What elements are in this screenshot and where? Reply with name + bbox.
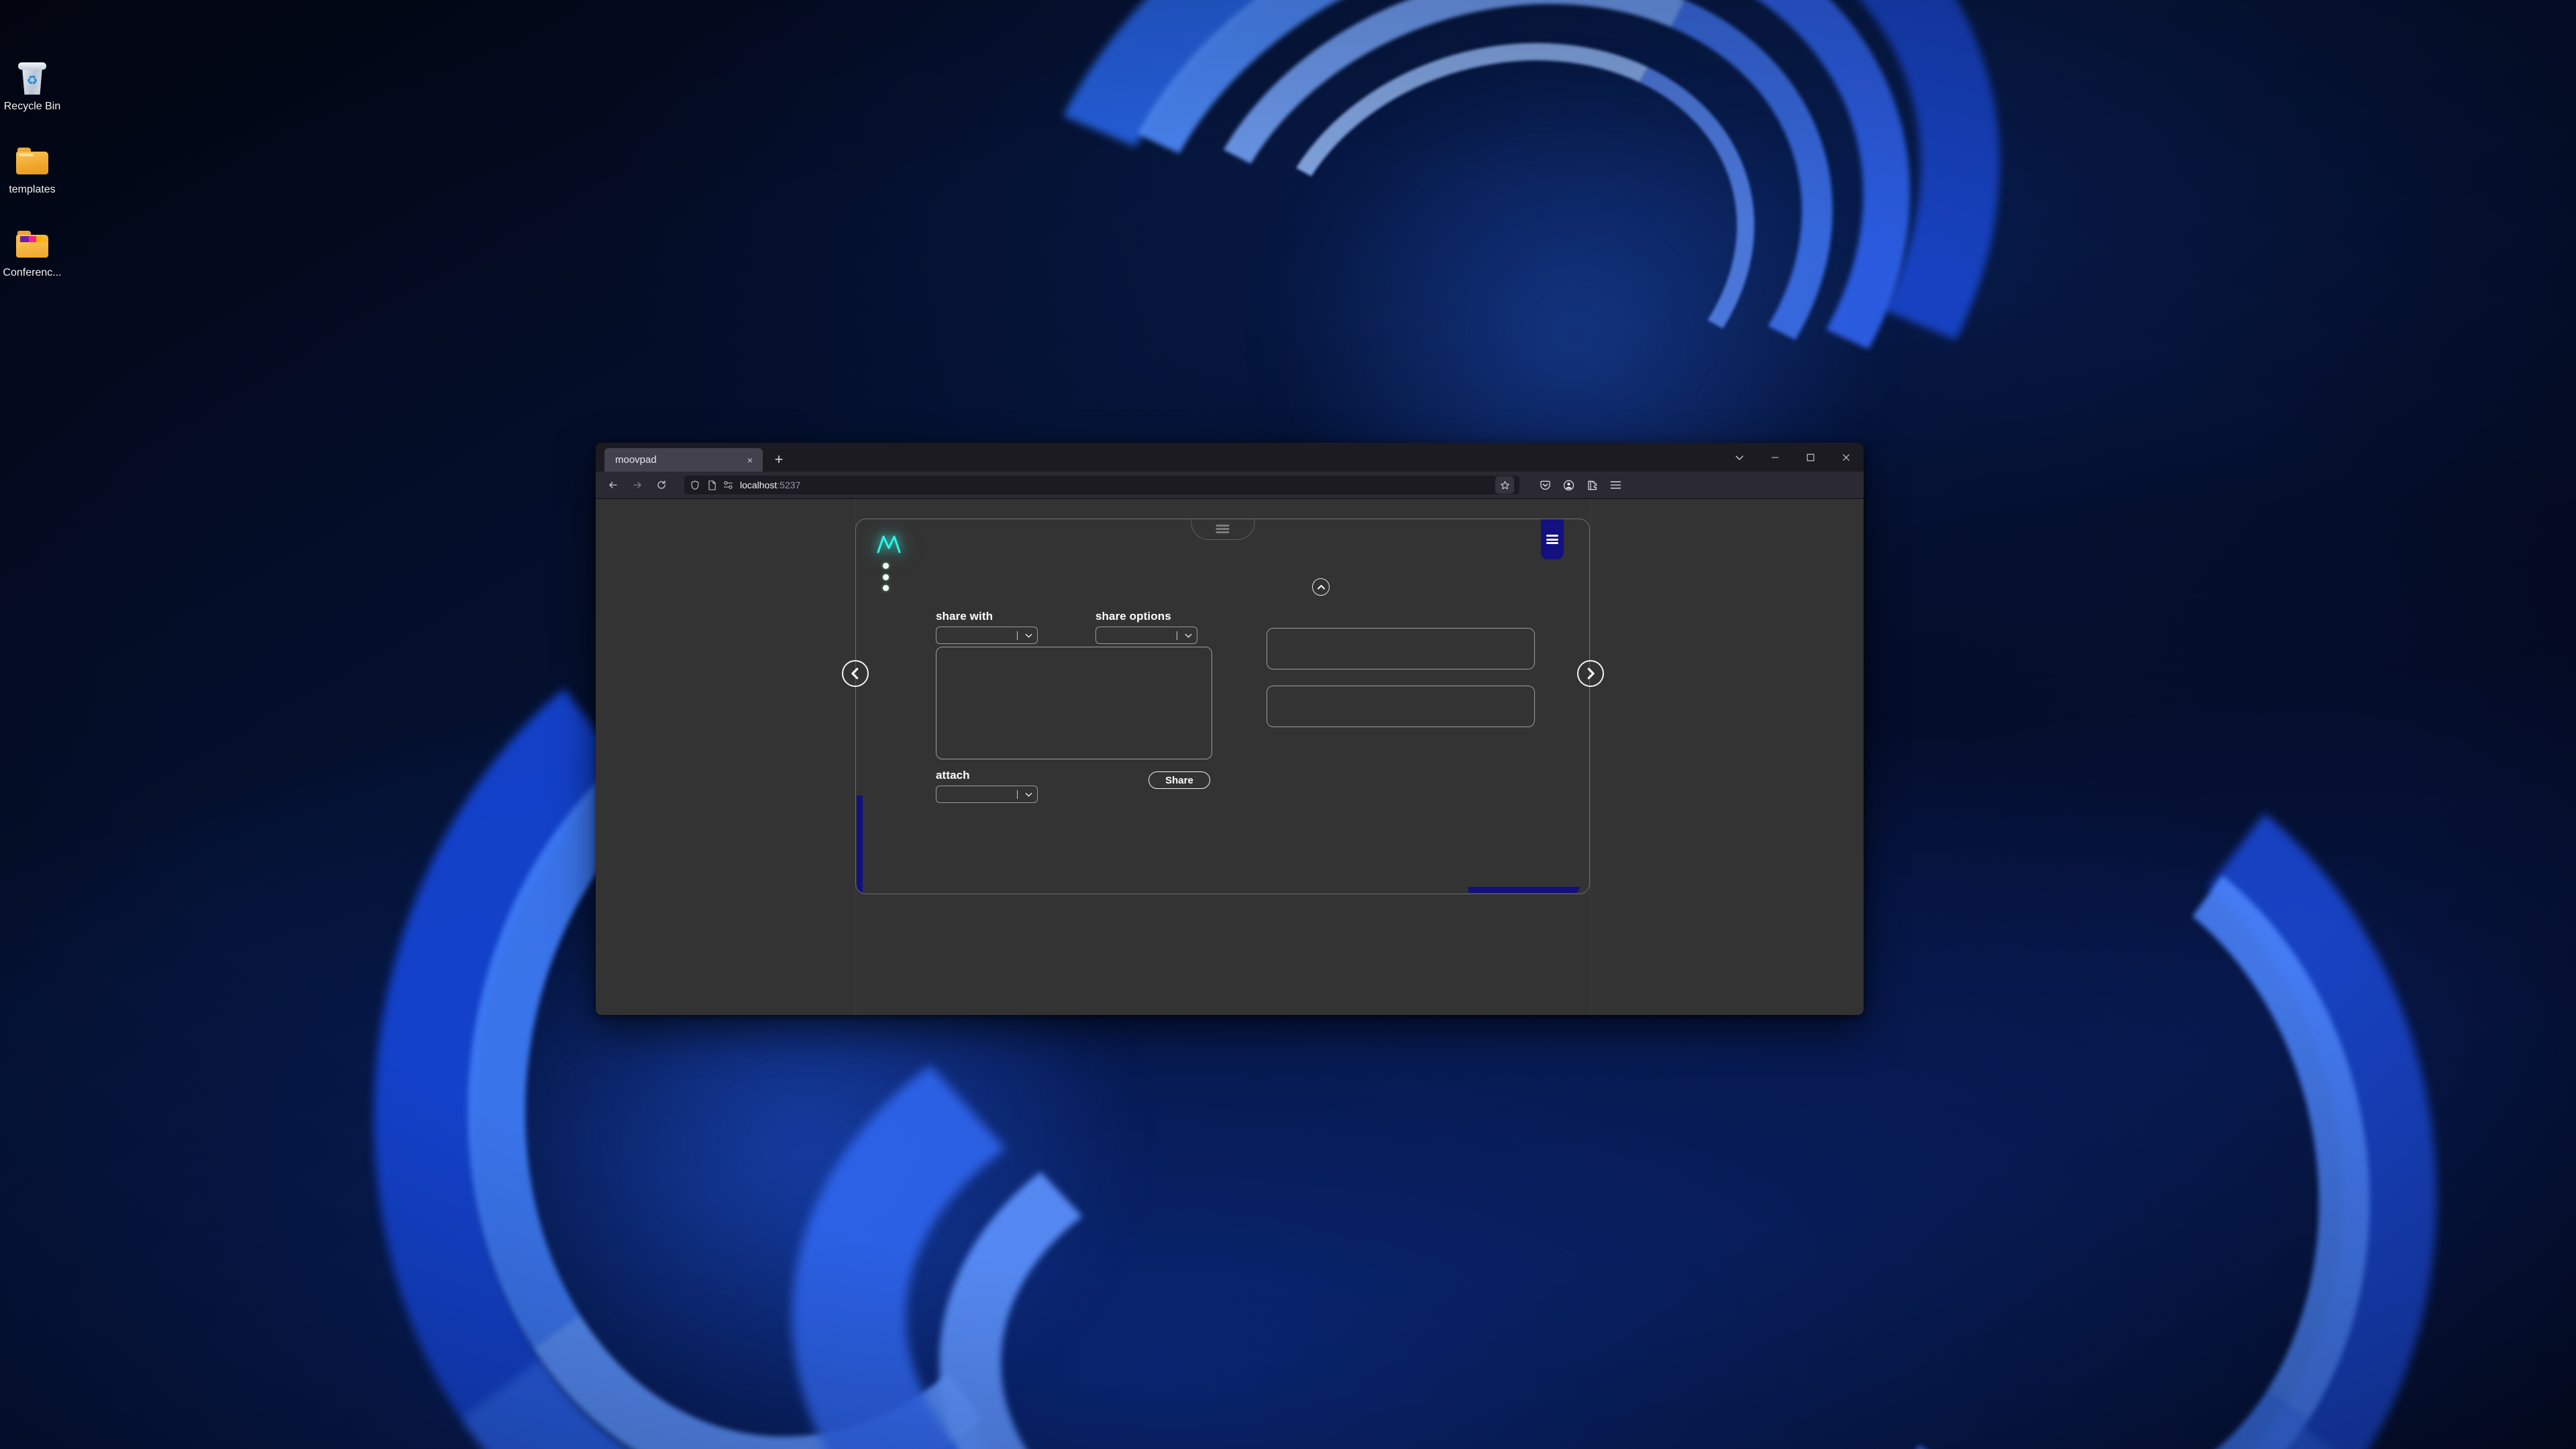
page-viewport: share with share options attach Share bbox=[596, 499, 1864, 1015]
close-icon[interactable]: × bbox=[743, 453, 757, 468]
chevron-down-icon[interactable] bbox=[1721, 443, 1757, 472]
back-arrow-icon[interactable] bbox=[602, 475, 624, 495]
recipient-input[interactable] bbox=[1267, 628, 1535, 669]
folder-icon bbox=[0, 142, 64, 180]
share-button[interactable]: Share bbox=[1148, 771, 1210, 789]
desktop-icon-conference[interactable]: Conferenc... bbox=[0, 225, 64, 279]
text-caret bbox=[1017, 790, 1018, 799]
browser-tab-strip: moovpad × + bbox=[596, 443, 1864, 472]
window-controls bbox=[1721, 443, 1864, 472]
share-options-select[interactable] bbox=[1095, 627, 1197, 644]
minimize-icon[interactable] bbox=[1757, 443, 1792, 472]
accent-bar-bottom bbox=[1468, 887, 1580, 893]
page-icon[interactable] bbox=[706, 480, 717, 490]
chevron-down-icon bbox=[1024, 790, 1033, 799]
star-icon[interactable] bbox=[1495, 476, 1514, 494]
permissions-icon[interactable] bbox=[723, 480, 734, 490]
chevron-down-icon bbox=[1024, 631, 1033, 640]
url-port: :5237 bbox=[777, 480, 801, 490]
url-host: localhost bbox=[740, 480, 777, 490]
url-text: localhost:5237 bbox=[740, 480, 800, 490]
desktop-icon-recycle-bin[interactable]: ♻ Recycle Bin bbox=[0, 59, 64, 113]
share-with-select[interactable] bbox=[936, 627, 1038, 644]
chevron-left-icon[interactable] bbox=[842, 660, 869, 687]
pocket-icon[interactable] bbox=[1534, 475, 1556, 495]
attach-label: attach bbox=[936, 769, 970, 782]
desktop-icon-list: ♻ Recycle Bin templates Conferenc... bbox=[0, 59, 64, 309]
new-tab-button[interactable]: + bbox=[767, 448, 790, 471]
accent-bar-left bbox=[857, 796, 863, 894]
share-form: share with share options attach Share bbox=[856, 519, 1589, 894]
browser-nav-bar: localhost:5237 bbox=[596, 472, 1864, 499]
browser-window: moovpad × + localhost:5237 share with sh… bbox=[596, 443, 1864, 1015]
address-bar-actions bbox=[1495, 476, 1514, 494]
share-options-field: share options bbox=[1095, 610, 1197, 644]
message-textarea[interactable] bbox=[936, 647, 1212, 759]
desktop-icon-templates[interactable]: templates bbox=[0, 142, 64, 196]
account-icon[interactable] bbox=[1558, 475, 1579, 495]
attach-field: attach bbox=[936, 769, 1038, 803]
text-caret bbox=[1017, 631, 1018, 640]
forward-arrow-icon[interactable] bbox=[627, 475, 648, 495]
share-with-field: share with bbox=[936, 610, 1038, 644]
shield-icon[interactable] bbox=[690, 480, 700, 490]
extensions-icon[interactable] bbox=[1581, 475, 1603, 495]
browser-toolbar-icons bbox=[1529, 475, 1626, 495]
application-menu-icon[interactable] bbox=[1605, 475, 1626, 495]
subject-input[interactable] bbox=[1267, 686, 1535, 727]
tab-title: moovpad bbox=[615, 454, 657, 466]
folder-with-documents-icon bbox=[0, 225, 64, 263]
desktop-icon-label: Recycle Bin bbox=[3, 101, 61, 112]
browser-tab-moovpad[interactable]: moovpad × bbox=[604, 448, 763, 472]
chevron-down-icon bbox=[1184, 631, 1193, 640]
address-bar[interactable]: localhost:5237 bbox=[684, 476, 1519, 494]
recycle-bin-icon: ♻ bbox=[0, 59, 64, 97]
attach-select[interactable] bbox=[936, 786, 1038, 803]
desktop-icon-label: Conferenc... bbox=[3, 267, 62, 278]
reload-icon[interactable] bbox=[651, 475, 672, 495]
share-with-label: share with bbox=[936, 610, 994, 623]
desktop-icon-label: templates bbox=[9, 184, 56, 195]
moovpad-share-panel: share with share options attach Share bbox=[855, 519, 1590, 894]
chevron-right-icon[interactable] bbox=[1577, 660, 1604, 687]
close-icon[interactable] bbox=[1828, 443, 1864, 472]
maximize-icon[interactable] bbox=[1792, 443, 1828, 472]
layout-divider bbox=[1590, 499, 1591, 1015]
share-options-label: share options bbox=[1095, 610, 1171, 623]
